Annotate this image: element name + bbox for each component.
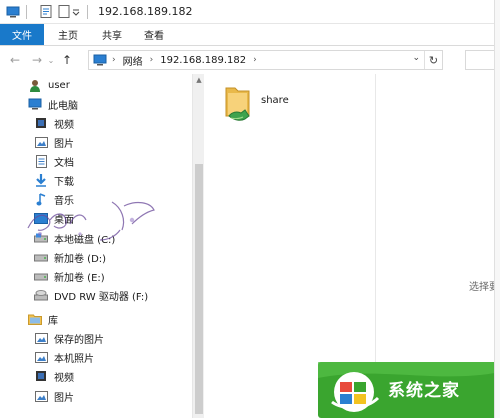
sidebar-item-label: 文档 — [54, 157, 74, 169]
sidebar-item-this-pc[interactable]: 此电脑 — [28, 95, 192, 113]
pictures-icon — [34, 331, 48, 345]
sidebar-item-camera-roll[interactable]: 本机照片 — [34, 348, 192, 366]
sidebar-item-label: 此电脑 — [48, 100, 78, 112]
title-bar: 192.168.189.182 — [0, 0, 500, 24]
new-folder-icon[interactable] — [57, 5, 71, 19]
site-logo-text: 系统之家 — [388, 381, 460, 401]
sidebar-item-label: 保存的图片 — [54, 334, 104, 346]
download-icon — [34, 173, 48, 187]
recent-locations-chevron-icon[interactable]: ⌄ — [46, 51, 56, 69]
pictures-icon — [34, 135, 48, 149]
library-icon — [28, 312, 42, 326]
ribbon-tabs: 文件 主页 共享 查看 — [0, 24, 500, 46]
sidebar-item-downloads[interactable]: 下载 — [34, 171, 192, 189]
address-history-chevron-icon[interactable]: ⌄ — [412, 53, 420, 63]
chevron-right-icon[interactable]: › — [150, 55, 154, 65]
dvd-drive-icon — [34, 288, 48, 302]
pictures-icon — [34, 350, 48, 364]
chevron-right-icon[interactable]: › — [112, 55, 116, 65]
computer-icon — [28, 97, 42, 111]
sidebar-item-label: 下载 — [54, 176, 74, 188]
toolbar-separator — [87, 4, 88, 19]
sidebar-item-label: DVD RW 驱动器 (F:) — [54, 291, 149, 303]
drive-icon — [34, 250, 48, 264]
window-right-edge — [494, 0, 500, 418]
sidebar-item-drive-e[interactable]: 新加卷 (E:) — [34, 267, 192, 285]
toolbar-separator — [26, 4, 27, 19]
sidebar-item-libraries[interactable]: 库 — [28, 310, 192, 328]
properties-icon[interactable] — [39, 5, 53, 19]
sidebar-item-documents[interactable]: 文档 — [34, 152, 192, 170]
sidebar-item-label: 新加卷 (D:) — [54, 253, 107, 265]
navigation-bar: ← → ⌄ ↑ › 网络 › 192.168.189.182 › ⌄ ↻ — [0, 46, 500, 74]
sidebar-item-pictures[interactable]: 图片 — [34, 133, 192, 151]
breadcrumb-network[interactable]: 网络 — [123, 53, 143, 68]
drive-icon — [34, 269, 48, 283]
window-title: 192.168.189.182 — [98, 5, 193, 18]
sidebar-item-user[interactable]: user — [28, 76, 192, 94]
refresh-icon[interactable]: ↻ — [424, 51, 442, 69]
sidebar-item-label: 库 — [48, 315, 58, 327]
sidebar-item-saved-pictures[interactable]: 保存的图片 — [34, 329, 192, 347]
computer-icon — [93, 54, 107, 66]
sidebar-item-label: 图片 — [54, 392, 74, 404]
breadcrumb-host[interactable]: 192.168.189.182 — [160, 55, 246, 66]
sidebar-item-label: 本机照片 — [54, 353, 94, 365]
video-icon — [34, 116, 48, 130]
scrollbar-thumb[interactable] — [195, 164, 203, 414]
sidebar-item-label: 图片 — [54, 138, 74, 150]
tab-home[interactable]: 主页 — [44, 24, 92, 45]
site-logo: 系统之家 — [318, 362, 500, 418]
tab-file[interactable]: 文件 — [0, 24, 44, 45]
sidebar-item-dvd-drive[interactable]: DVD RW 驱动器 (F:) — [34, 286, 192, 304]
folder-name: share — [261, 94, 289, 106]
sidebar-item-label: user — [48, 79, 70, 91]
sidebar-item-label: 视频 — [54, 119, 74, 131]
sidebar-item-label: 视频 — [54, 372, 74, 384]
tab-view[interactable]: 查看 — [132, 24, 176, 45]
sidebar-scrollbar[interactable]: ▲ — [192, 74, 204, 418]
chevron-right-icon[interactable]: › — [253, 55, 257, 65]
quick-access-dropdown-icon[interactable] — [71, 5, 81, 19]
decorative-watermark — [20, 190, 160, 250]
sidebar-item-label: 新加卷 (E:) — [54, 272, 105, 284]
address-bar[interactable]: › 网络 › 192.168.189.182 › ⌄ ↻ — [88, 50, 443, 70]
shared-folder-icon — [223, 84, 253, 124]
up-arrow-icon[interactable]: ↑ — [58, 51, 76, 69]
sidebar-item-drive-d[interactable]: 新加卷 (D:) — [34, 248, 192, 266]
sidebar-item-library-videos[interactable]: 视频 — [34, 367, 192, 385]
back-arrow-icon[interactable]: ← — [6, 51, 24, 69]
tab-share[interactable]: 共享 — [92, 24, 132, 45]
list-item[interactable]: share — [223, 80, 333, 128]
forward-arrow-icon[interactable]: → — [28, 51, 46, 69]
sidebar-item-library-pictures[interactable]: 图片 — [34, 387, 192, 405]
scroll-up-arrow-icon[interactable]: ▲ — [193, 74, 205, 86]
documents-icon — [34, 154, 48, 168]
computer-icon[interactable] — [6, 5, 20, 19]
video-icon — [34, 369, 48, 383]
user-icon — [28, 78, 42, 92]
sidebar-item-videos[interactable]: 视频 — [34, 114, 192, 132]
pictures-icon — [34, 389, 48, 403]
